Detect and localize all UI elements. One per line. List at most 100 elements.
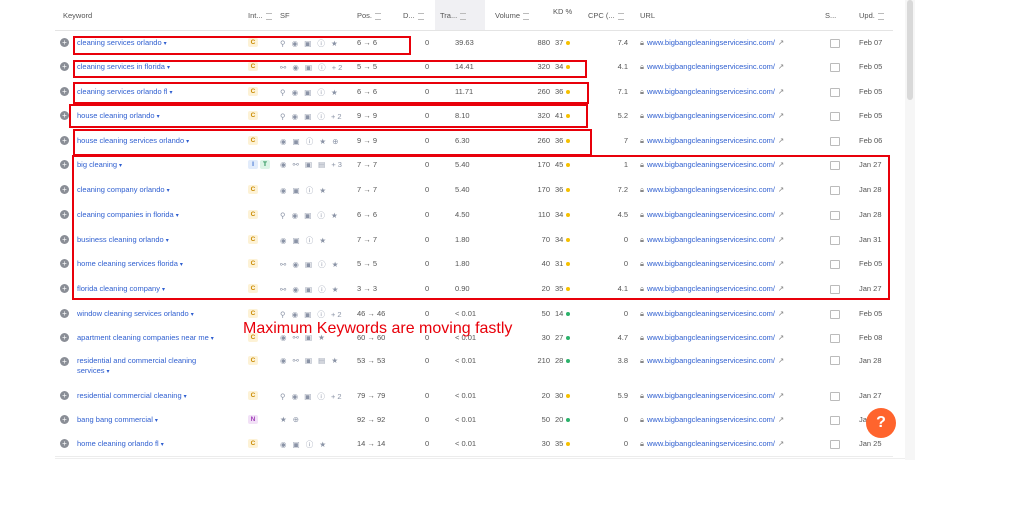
chevron-down-icon[interactable]: ▾	[166, 238, 169, 244]
keyword-link[interactable]: home cleaning services florida ▾	[77, 259, 183, 270]
keyword-link[interactable]: house cleaning orlando ▾	[77, 111, 160, 122]
chevron-down-icon[interactable]: ▾	[157, 114, 160, 120]
serp-features-icons[interactable]: ⚲ ◉ ▣ ⓘ ★	[280, 87, 340, 98]
external-link-icon[interactable]: ↗	[778, 309, 784, 318]
serp-features-icons[interactable]: ⚲ ◉ ▣ ⓘ +2	[280, 309, 344, 320]
add-keyword-icon[interactable]: +	[60, 185, 69, 194]
external-link-icon[interactable]: ↗	[778, 439, 784, 448]
chevron-down-icon[interactable]: ▾	[167, 188, 170, 194]
keyword-link[interactable]: cleaning companies in florida ▾	[77, 210, 179, 221]
serp-features-icons[interactable]: ⚲ ◉ ▣ ⓘ +2	[280, 111, 344, 122]
serp-features-icons[interactable]: ⚲ ◉ ▣ ⓘ +2	[280, 391, 344, 402]
header-traffic[interactable]: Tra...	[440, 11, 467, 20]
serp-features-icons[interactable]: ⚯ ◉ ▣ ⓘ +2	[280, 62, 344, 73]
header-difference[interactable]: D...	[403, 11, 424, 20]
chevron-down-icon[interactable]: ▾	[191, 312, 194, 318]
external-link-icon[interactable]: ↗	[778, 136, 784, 145]
serp-snapshot-icon[interactable]	[830, 260, 840, 269]
header-intent[interactable]: Int...	[248, 11, 272, 20]
serp-features-icons[interactable]: ◉ ⚯ ▣ ▤ ★	[280, 356, 340, 365]
url-link[interactable]: 🔒︎ www.bigbangcleaningservicesinc.com/↗	[640, 356, 784, 366]
keyword-link[interactable]: apartment cleaning companies near me ▾	[77, 333, 214, 344]
add-keyword-icon[interactable]: +	[60, 136, 69, 145]
add-keyword-icon[interactable]: +	[60, 235, 69, 244]
chevron-down-icon[interactable]: ▾	[162, 287, 165, 293]
chevron-down-icon[interactable]: ▾	[161, 442, 164, 448]
url-link[interactable]: 🔒︎ www.bigbangcleaningservicesinc.com/↗	[640, 38, 784, 48]
serp-features-icons[interactable]: ⚲ ◉ ▣ ⓘ ★	[280, 210, 340, 221]
chevron-down-icon[interactable]: ▾	[169, 90, 172, 96]
keyword-link[interactable]: cleaning services orlando fl ▾	[77, 87, 172, 98]
scrollbar-thumb[interactable]	[907, 0, 913, 100]
external-link-icon[interactable]: ↗	[778, 284, 784, 293]
table-row[interactable]: + residential and commercial cleaning se…	[55, 350, 893, 385]
external-link-icon[interactable]: ↗	[778, 235, 784, 244]
chevron-down-icon[interactable]: ▾	[167, 65, 170, 71]
add-keyword-icon[interactable]: +	[60, 259, 69, 268]
serp-snapshot-icon[interactable]	[830, 440, 840, 449]
chevron-down-icon[interactable]: ▾	[107, 369, 110, 375]
serp-snapshot-icon[interactable]	[830, 356, 840, 365]
chevron-down-icon[interactable]: ▾	[164, 41, 167, 47]
table-row[interactable]: + cleaning services orlando fl ▾ C ⚲ ◉ ▣ …	[55, 79, 893, 105]
add-keyword-icon[interactable]: +	[60, 357, 69, 366]
header-url[interactable]: URL	[640, 11, 655, 20]
external-link-icon[interactable]: ↗	[778, 391, 784, 400]
url-link[interactable]: 🔒︎ www.bigbangcleaningservicesinc.com/↗	[640, 185, 784, 195]
serp-snapshot-icon[interactable]	[830, 334, 840, 343]
table-row[interactable]: + big cleaning ▾ IT ◉ ⚯ ▣ ▤ +3 7 → 7 0 5.…	[55, 153, 893, 178]
url-link[interactable]: 🔒︎ www.bigbangcleaningservicesinc.com/↗	[640, 391, 784, 401]
add-keyword-icon[interactable]: +	[60, 160, 69, 169]
url-link[interactable]: 🔒︎ www.bigbangcleaningservicesinc.com/↗	[640, 439, 784, 449]
keyword-link[interactable]: residential commercial cleaning ▾	[77, 391, 187, 402]
url-link[interactable]: 🔒︎ www.bigbangcleaningservicesinc.com/↗	[640, 235, 784, 245]
header-position[interactable]: Pos.	[357, 11, 382, 20]
add-keyword-icon[interactable]: +	[60, 391, 69, 400]
keyword-link[interactable]: cleaning services in florida ▾	[77, 62, 170, 73]
serp-features-icons[interactable]: ◉ ⚯ ▣ ▤ +3	[280, 160, 344, 169]
keyword-link[interactable]: florida cleaning company ▾	[77, 284, 165, 295]
serp-snapshot-icon[interactable]	[830, 39, 840, 48]
chevron-down-icon[interactable]: ▾	[211, 336, 214, 342]
chevron-down-icon[interactable]: ▾	[184, 394, 187, 400]
serp-snapshot-icon[interactable]	[830, 285, 840, 294]
add-keyword-icon[interactable]: +	[60, 62, 69, 71]
table-row[interactable]: + home cleaning services florida ▾ C ⚯ ◉ …	[55, 252, 893, 277]
table-row[interactable]: + home cleaning orlando fl ▾ C ◉ ▣ ⓘ ★ 14…	[55, 432, 893, 457]
external-link-icon[interactable]: ↗	[778, 38, 784, 47]
serp-features-icons[interactable]: ★ ⊕	[280, 415, 301, 424]
external-link-icon[interactable]: ↗	[778, 210, 784, 219]
external-link-icon[interactable]: ↗	[778, 356, 784, 365]
add-keyword-icon[interactable]: +	[60, 210, 69, 219]
header-updated[interactable]: Upd.	[859, 11, 884, 20]
chevron-down-icon[interactable]: ▾	[155, 418, 158, 424]
serp-features-icons[interactable]: ◉ ▣ ⓘ ★ ⊕	[280, 136, 340, 147]
header-keyword[interactable]: Keyword	[63, 11, 92, 20]
add-keyword-icon[interactable]: +	[60, 309, 69, 318]
chevron-down-icon[interactable]: ▾	[186, 139, 189, 145]
url-link[interactable]: 🔒︎ www.bigbangcleaningservicesinc.com/↗	[640, 284, 784, 294]
serp-snapshot-icon[interactable]	[830, 88, 840, 97]
header-kd[interactable]: KD %	[553, 7, 572, 16]
serp-snapshot-icon[interactable]	[830, 161, 840, 170]
serp-features-icons[interactable]: ⚲ ◉ ▣ ⓘ ★	[280, 38, 340, 49]
external-link-icon[interactable]: ↗	[778, 111, 784, 120]
table-row[interactable]: + residential commercial cleaning ▾ C ⚲ ◉…	[55, 384, 893, 409]
serp-snapshot-icon[interactable]	[830, 112, 840, 121]
url-link[interactable]: 🔒︎ www.bigbangcleaningservicesinc.com/↗	[640, 210, 784, 220]
keyword-link[interactable]: window cleaning services orlando ▾	[77, 309, 194, 320]
serp-snapshot-icon[interactable]	[830, 236, 840, 245]
keyword-link[interactable]: big cleaning ▾	[77, 160, 122, 171]
serp-snapshot-icon[interactable]	[830, 211, 840, 220]
url-link[interactable]: 🔒︎ www.bigbangcleaningservicesinc.com/↗	[640, 309, 784, 319]
table-row[interactable]: + florida cleaning company ▾ C ⚯ ◉ ▣ ⓘ ★ …	[55, 276, 893, 302]
external-link-icon[interactable]: ↗	[778, 415, 784, 424]
keyword-link[interactable]: business cleaning orlando ▾	[77, 235, 169, 246]
table-row[interactable]: + house cleaning orlando ▾ C ⚲ ◉ ▣ ⓘ +2 9…	[55, 104, 893, 129]
external-link-icon[interactable]: ↗	[778, 259, 784, 268]
keyword-link[interactable]: cleaning company orlando ▾	[77, 185, 170, 196]
help-button[interactable]: ?	[866, 408, 896, 438]
add-keyword-icon[interactable]: +	[60, 333, 69, 342]
serp-features-icons[interactable]: ◉ ▣ ⓘ ★	[280, 439, 328, 450]
serp-snapshot-icon[interactable]	[830, 416, 840, 425]
